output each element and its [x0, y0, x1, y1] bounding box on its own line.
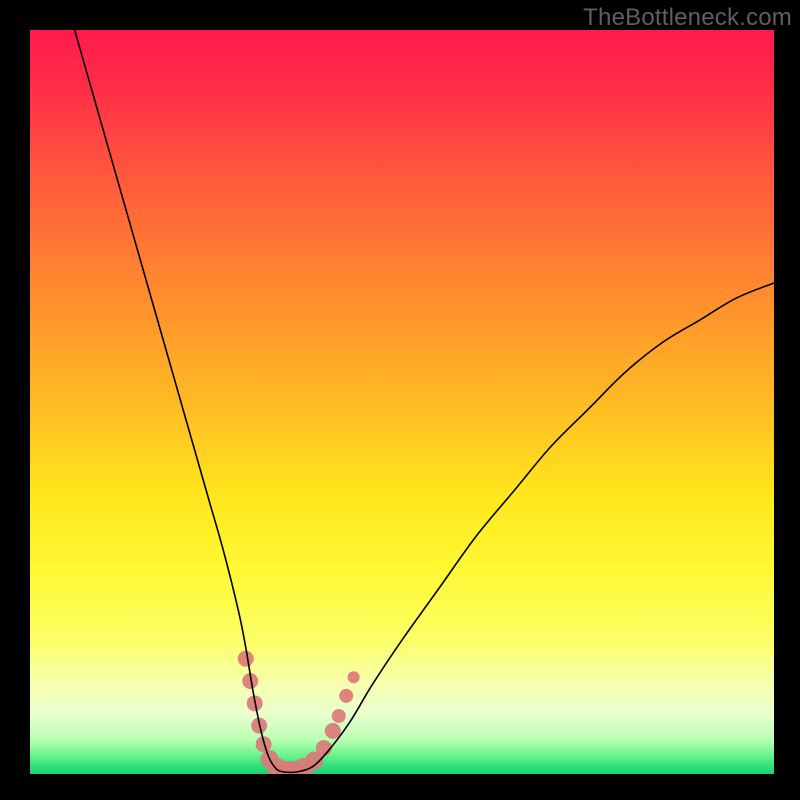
watermark-text: TheBottleneck.com	[583, 4, 792, 32]
valley-marker	[238, 651, 254, 667]
chart-frame: TheBottleneck.com	[0, 0, 800, 800]
chart-background	[30, 30, 774, 774]
valley-marker	[332, 709, 346, 723]
valley-marker	[325, 723, 341, 739]
valley-marker	[339, 689, 353, 703]
valley-marker	[316, 740, 332, 756]
bottleneck-chart	[30, 30, 774, 774]
valley-marker	[348, 671, 360, 683]
